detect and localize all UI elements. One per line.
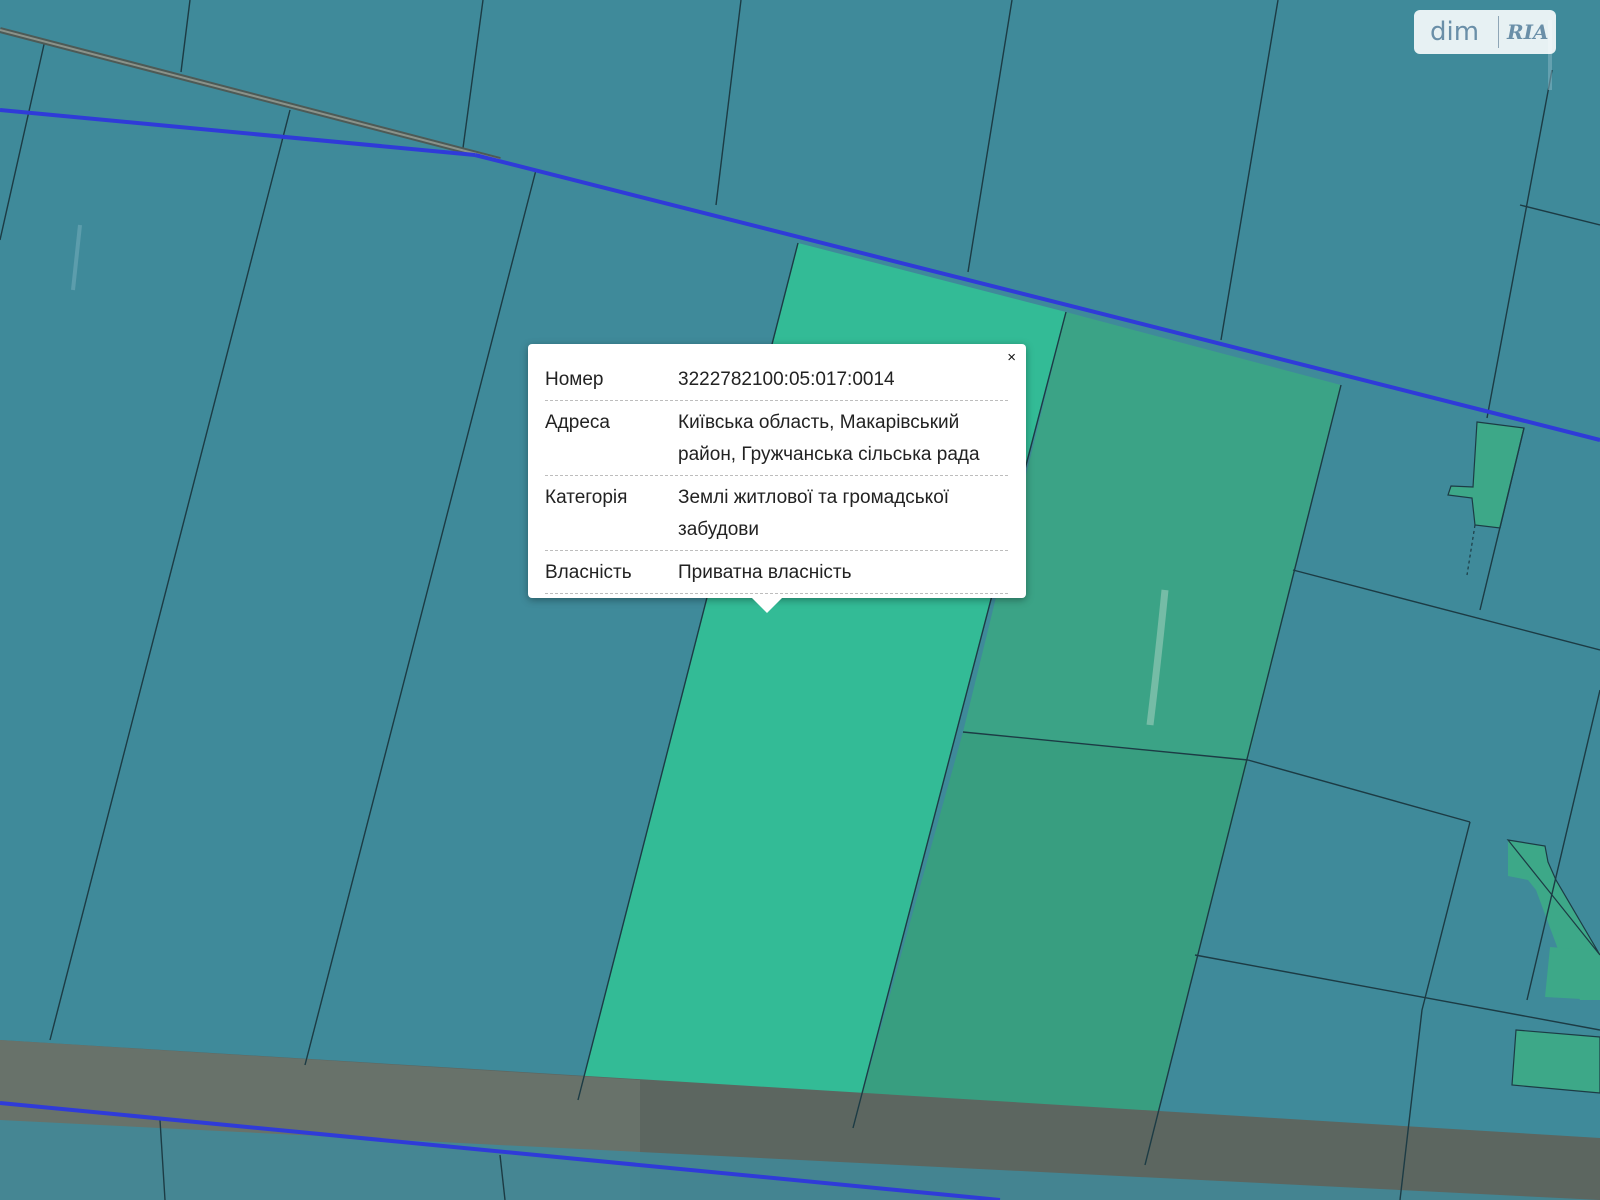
dim-ria-logo: dim RIA — [1414, 10, 1556, 54]
info-value: 3222782100:05:017:0014 — [678, 369, 895, 390]
info-key: Номер — [545, 369, 604, 390]
parcel-info-popup: × Номер 3222782100:05:017:0014 Адреса Ки… — [528, 344, 1026, 613]
info-row-number: Номер 3222782100:05:017:0014 — [545, 358, 1008, 401]
info-row-address: Адреса Київська область, Макарівський ра… — [545, 401, 1008, 476]
small-parcel-lower-right[interactable] — [1512, 1030, 1600, 1093]
info-value: Київська область, Макарівський район, Гр… — [678, 412, 980, 465]
cadastral-map[interactable] — [0, 0, 1600, 1200]
logo-text-dim: dim — [1430, 17, 1480, 47]
info-value: Приватна власність — [678, 562, 852, 583]
popup-pointer — [752, 598, 782, 613]
info-key: Категорія — [545, 487, 628, 508]
logo-text-ria: RIA — [1507, 20, 1549, 44]
info-key: Власність — [545, 562, 632, 583]
info-row-category: Категорія Землі житлової та громадської … — [545, 476, 1008, 551]
info-value: Землі житлової та громадської забудови — [678, 487, 950, 540]
info-key: Адреса — [545, 412, 610, 433]
close-icon[interactable]: × — [1007, 350, 1016, 366]
info-row-ownership: Власність Приватна власність — [545, 551, 1008, 594]
small-parcel-right-edge[interactable] — [1545, 947, 1600, 1000]
